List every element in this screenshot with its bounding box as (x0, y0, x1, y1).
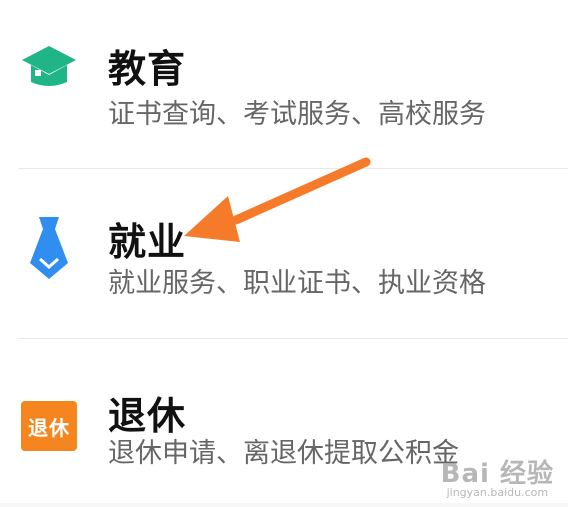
list-item-education[interactable]: 教育 证书查询、考试服务、高校服务 (0, 0, 568, 168)
item-subtitle: 就业服务、职业证书、执业资格 (108, 268, 486, 299)
list-item-employment[interactable]: 就业 就业服务、职业证书、执业资格 (0, 169, 568, 337)
watermark-logo-text: Bai 经验 (440, 459, 554, 489)
item-title: 就业 (108, 220, 187, 264)
item-title: 教育 (108, 47, 187, 91)
item-subtitle: 证书查询、考试服务、高校服务 (108, 99, 486, 130)
graduation-cap-icon (18, 34, 80, 96)
service-list: 教育 证书查询、考试服务、高校服务 就业 就业服务、职业证书、执业资格 退休 退… (0, 0, 568, 503)
retire-badge-icon: 退休 (18, 395, 80, 457)
watermark-url: jingyan.baidu.com (446, 486, 549, 499)
retire-badge-text: 退休 (21, 401, 77, 451)
watermark: Bai 经验 jingyan.baidu.com (441, 453, 554, 499)
necktie-icon (18, 217, 80, 279)
item-subtitle: 退休申请、离退休提取公积金 (108, 438, 459, 469)
